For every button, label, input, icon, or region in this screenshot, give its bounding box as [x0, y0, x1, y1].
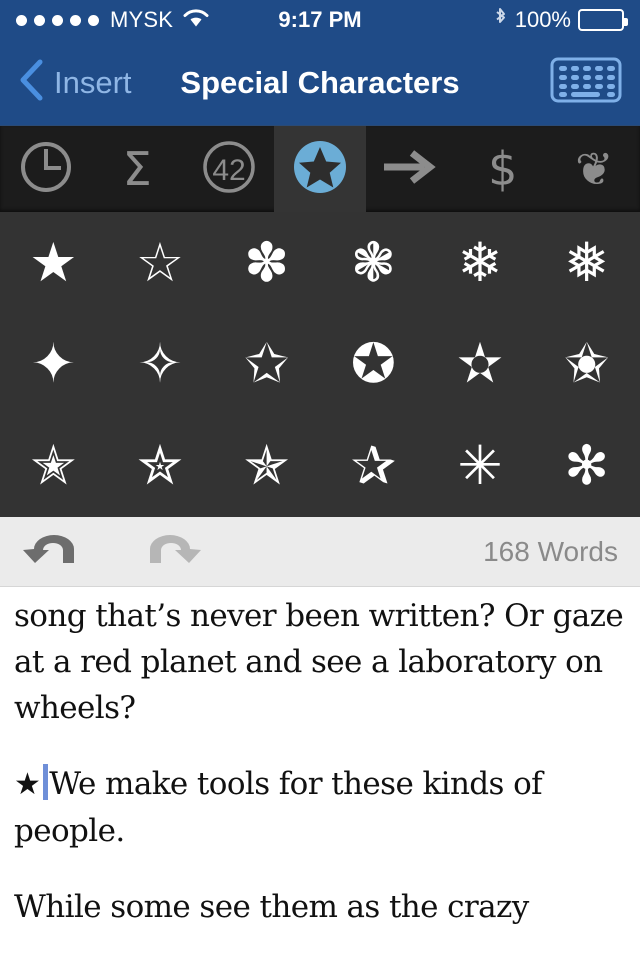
char-cell[interactable]: ✳: [427, 415, 534, 517]
paragraph-1[interactable]: song that’s never been written? Or gaze …: [14, 593, 626, 731]
signal-strength-icon: [16, 14, 99, 26]
redo-arrow-icon: [140, 527, 202, 576]
char-cell[interactable]: ✯: [213, 415, 320, 517]
word-count-label: 168 Words: [483, 535, 618, 567]
tab-currency[interactable]: $: [457, 126, 548, 212]
char-cell[interactable]: ✫: [427, 314, 534, 416]
char-cell[interactable]: ★: [0, 212, 107, 314]
tab-ornaments[interactable]: ❦: [549, 126, 640, 212]
tab-recent[interactable]: [0, 126, 91, 212]
char-cell[interactable]: ✻: [533, 415, 640, 517]
char-cell[interactable]: ✦: [0, 314, 107, 416]
keyboard-icon: [550, 57, 622, 109]
status-bar: MYSK 9:17 PM 100%: [0, 0, 640, 40]
undo-arrow-icon: [22, 527, 84, 576]
char-cell[interactable]: ✭: [0, 415, 107, 517]
circled-42-icon: 42: [200, 138, 258, 201]
keyboard-button[interactable]: [550, 55, 622, 110]
chevron-left-icon: [18, 58, 44, 107]
char-cell[interactable]: ❄: [427, 212, 534, 314]
char-cell[interactable]: ✧: [107, 314, 214, 416]
floral-heart-icon: ❦: [574, 142, 614, 196]
tab-math[interactable]: Σ: [91, 126, 182, 212]
special-characters-screen: MYSK 9:17 PM 100% Insert Special Charact…: [0, 0, 640, 960]
tab-stars[interactable]: [274, 126, 366, 212]
tab-arrows[interactable]: [366, 126, 457, 212]
back-button-label: Insert: [54, 64, 132, 100]
tab-numbers[interactable]: 42: [183, 126, 274, 212]
bluetooth-icon: [492, 6, 508, 35]
char-cell[interactable]: ✽: [213, 212, 320, 314]
paragraph-3[interactable]: While some see them as the crazy: [14, 884, 626, 930]
document-editor[interactable]: song that’s never been written? Or gaze …: [0, 587, 640, 960]
undo-button[interactable]: [22, 527, 84, 576]
circled-star-icon: [289, 136, 351, 203]
text-caret: [43, 764, 49, 800]
carrier-label: MYSK: [110, 7, 174, 32]
sigma-icon: Σ: [122, 142, 152, 196]
editor-toolbar: 168 Words: [0, 517, 640, 587]
battery-percent-label: 100%: [514, 7, 571, 32]
paragraph-spacer: [14, 731, 626, 761]
dollar-icon: $: [488, 142, 518, 196]
clock-icon: [18, 139, 74, 200]
char-cell[interactable]: ✰: [320, 415, 427, 517]
char-cell[interactable]: ✪: [320, 314, 427, 416]
character-grid: ★ ☆ ✽ ❃ ❄ ❅ ✦ ✧ ✩ ✪ ✫ ✬ ✭ ✮ ✯ ✰ ✳ ✻: [0, 212, 640, 517]
svg-text:42: 42: [212, 154, 245, 187]
back-button[interactable]: Insert: [18, 58, 132, 107]
char-cell[interactable]: ✮: [107, 415, 214, 517]
paragraph-2[interactable]: ★ We make tools for these kinds of people…: [14, 761, 626, 854]
char-cell[interactable]: ☆: [107, 212, 214, 314]
arrow-right-icon: [380, 145, 442, 194]
inserted-star-character: ★: [14, 767, 41, 802]
category-tab-bar: Σ 42 $ ❦: [0, 125, 640, 212]
wifi-icon: [183, 8, 209, 33]
paragraph-2-text: We make tools for these kinds of people.: [14, 766, 543, 849]
char-cell[interactable]: ❃: [320, 212, 427, 314]
battery-full-icon: [578, 9, 628, 31]
char-cell[interactable]: ❅: [533, 212, 640, 314]
paragraph-spacer: [14, 854, 626, 884]
redo-button[interactable]: [140, 527, 202, 576]
navigation-bar: Insert Special Characters: [0, 40, 640, 125]
char-cell[interactable]: ✬: [533, 314, 640, 416]
char-cell[interactable]: ✩: [213, 314, 320, 416]
